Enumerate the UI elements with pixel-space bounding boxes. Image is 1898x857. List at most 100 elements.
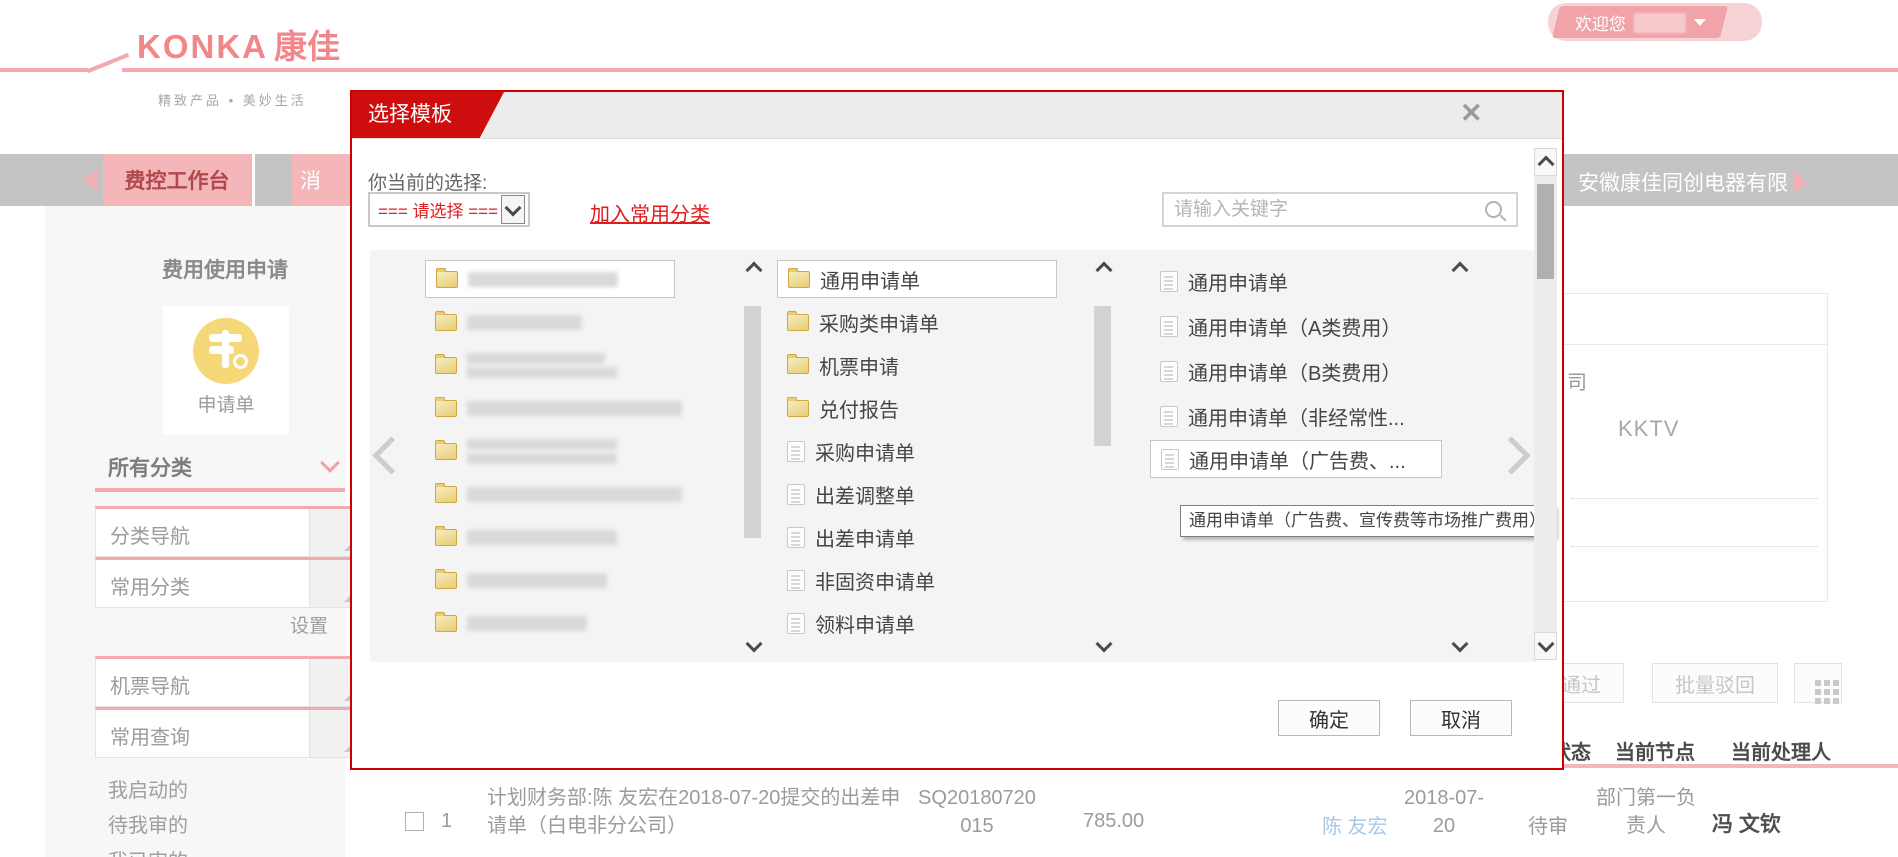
folder-icon [435,400,457,417]
category-select[interactable]: === 请选择 === [368,192,530,227]
tab-expense-workbench[interactable]: 费控工作台 [103,154,251,206]
scroll-up-icon[interactable] [1452,262,1469,279]
list-item[interactable]: 采购申请单 [777,432,915,470]
scroll-down-icon[interactable] [1537,636,1554,653]
sidebar-item-flight-nav[interactable]: 机票导航 [95,656,359,707]
folder-icon [436,271,458,288]
all-categories-header[interactable]: 所有分类 [108,452,192,482]
list-item[interactable]: 通用申请单 [777,260,1057,298]
frequent-queries-label: 常用查询 [110,721,190,750]
scrollbar-thumb[interactable] [1094,306,1111,446]
caret-down-icon[interactable] [1694,19,1706,26]
row-handler: 冯 文钦 [1712,808,1781,838]
row-checkbox[interactable] [405,812,424,831]
scroll-up-icon[interactable] [746,262,763,279]
scroll-up-icon[interactable] [1537,156,1554,173]
folder-item-redacted[interactable] [425,561,607,599]
grid-icon [1815,680,1821,686]
close-icon[interactable]: ✕ [1460,98,1483,129]
scrollbar-thumb[interactable] [1537,184,1554,279]
redacted-text [467,530,617,545]
sidebar-item-category-nav[interactable]: 分类导航 [95,506,359,557]
tagline: 精致产品 • 美妙生活 [158,90,307,109]
folder-item-redacted[interactable] [425,389,682,427]
redacted-text [467,616,587,631]
template-browser-panel: 通用申请单 采购类申请单 机票申请 兑付报告 采购申请单 出差调整单 [370,250,1536,662]
folder-icon [435,615,457,632]
folder-icon [435,357,457,374]
sidebar-title: 费用使用申请 [162,254,288,284]
user-menu[interactable]: 欢迎您 [1552,6,1728,38]
panel-chevron-right-icon[interactable] [1492,436,1530,474]
list-item[interactable]: 出差调整单 [777,475,915,513]
column1-scrollbar[interactable] [742,258,764,654]
search-icon[interactable] [1485,201,1502,218]
row-code: SQ20180720015 [918,784,1036,840]
kktv-label: KKTV [1618,416,1679,442]
column3-scrollbar[interactable] [1448,258,1470,654]
grid-view-button[interactable] [1794,663,1842,703]
list-item[interactable]: 兑付报告 [777,389,899,427]
folder-item-redacted[interactable] [425,346,617,384]
cancel-button[interactable]: 取消 [1410,700,1512,736]
scroll-up-icon[interactable] [1096,262,1113,279]
sidebar-item-frequent-categories[interactable]: 常用分类 [95,557,359,608]
panel-chevron-left-icon[interactable] [372,436,410,474]
item-label: 非固资申请单 [815,566,935,595]
list-item[interactable]: 出差申请单 [777,518,915,556]
nav-scroll-left-icon[interactable] [84,169,97,191]
item-label: 通用申请单（非经常性... [1188,402,1405,431]
row-current-node: 部门第一负责人 [1596,784,1696,840]
list-item[interactable]: 通用申请单（B类费用） [1150,352,1401,390]
swoosh-line-left [0,68,88,72]
column-subcategories: 通用申请单 采购类申请单 机票申请 兑付报告 采购申请单 出差调整单 [777,250,1077,662]
ok-button[interactable]: 确定 [1278,700,1380,736]
modal-scrollbar[interactable] [1534,148,1557,660]
select-dropdown-button[interactable] [501,195,525,224]
settings-link[interactable]: 设置 [290,611,328,638]
col-header-current-node[interactable]: 当前节点 [1615,736,1695,765]
scrollbar-thumb[interactable] [744,306,761,538]
folder-item-redacted[interactable] [425,432,617,470]
batch-reject-button[interactable]: 批量驳回 [1652,663,1778,703]
column2-scrollbar[interactable] [1092,258,1114,654]
search-input[interactable] [1164,199,1485,221]
username-redacted [1634,12,1686,32]
current-selection-label: 你当前的选择: [368,168,487,195]
sidebar-item-frequent-queries[interactable]: 常用查询 [95,707,359,758]
list-item[interactable]: 领料申请单 [777,604,915,642]
folder-item-redacted[interactable] [425,303,582,341]
col-header-current-handler[interactable]: 当前处理人 [1731,736,1831,765]
application-form-card[interactable]: 申请单 [163,306,289,434]
folder-item-redacted-selected[interactable] [425,260,675,298]
nav-scroll-right-icon[interactable] [1794,171,1807,193]
list-item[interactable]: 采购类申请单 [777,303,939,341]
scroll-down-icon[interactable] [1452,636,1469,653]
folder-item-redacted[interactable] [425,475,682,513]
list-item[interactable]: 非固资申请单 [777,561,935,599]
folder-item-redacted[interactable] [425,604,587,642]
modal-header: 选择模板 ✕ [352,92,1562,139]
list-item[interactable]: 通用申请单（A类费用） [1150,307,1401,345]
table-row[interactable]: 1 计划财务部:陈 友宏在2018-07-20提交的出差申请单（白电非分公司） … [0,772,1898,857]
page: KONKA康佳 精致产品 • 美妙生活 欢迎您 费控工作台 消 安徽康佳同创电器… [0,0,1898,857]
tab-partial-hidden[interactable]: 消 [292,154,352,206]
chevron-down-icon[interactable] [320,453,340,473]
list-item[interactable]: 通用申请单（非经常性... [1150,397,1405,435]
list-item[interactable]: 机票申请 [777,346,899,384]
list-item-hovered[interactable]: 通用申请单（广告费、... [1150,440,1442,478]
row-applicant-link[interactable]: 陈 友宏 [1322,810,1388,839]
scroll-down-icon[interactable] [746,636,763,653]
row-description: 计划财务部:陈 友宏在2018-07-20提交的出差申请单（白电非分公司） [487,784,917,840]
folder-item-redacted[interactable] [425,518,617,556]
redacted-text [468,272,618,287]
modal-title: 选择模板 [352,92,504,138]
scroll-down-icon[interactable] [1096,636,1113,653]
document-icon [787,570,805,591]
folder-icon [435,572,457,589]
company-switcher[interactable]: 安徽康佳同创电器有限 [1578,167,1807,197]
nav-separator [252,154,255,206]
item-label: 通用申请单（B类费用） [1188,357,1401,386]
list-item[interactable]: 通用申请单 [1150,262,1288,300]
add-favorite-category-link[interactable]: 加入常用分类 [590,198,710,227]
